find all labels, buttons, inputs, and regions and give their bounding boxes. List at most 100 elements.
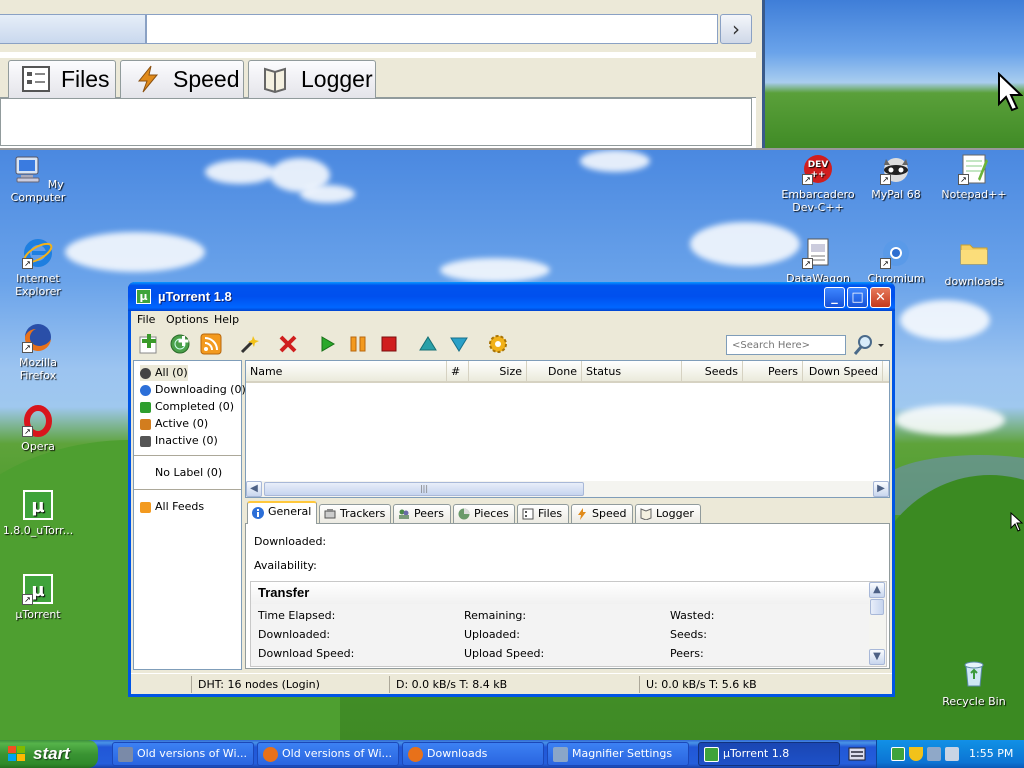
- remove-icon[interactable]: [277, 333, 299, 355]
- desktop-icon-label: downloads: [944, 275, 1004, 288]
- volume-icon[interactable]: [945, 747, 959, 761]
- detail-tabs: General Trackers Peers Pieces Files Spee…: [245, 501, 890, 524]
- title-bar[interactable]: µ µTorrent 1.8 _ □ ✕: [128, 282, 895, 311]
- start-icon[interactable]: [316, 333, 338, 355]
- search-input[interactable]: [726, 335, 846, 355]
- desktop-icon-opera[interactable]: ↗ Opera: [0, 405, 76, 453]
- column-name[interactable]: Name: [246, 361, 447, 383]
- column-seeds[interactable]: Seeds: [682, 361, 743, 383]
- category-inactive[interactable]: Inactive (0): [140, 433, 218, 449]
- desktop-icon-my-computer[interactable]: My Computer: [0, 153, 76, 204]
- show-desktop-icon[interactable]: [848, 745, 866, 763]
- menu-help[interactable]: Help: [214, 313, 239, 326]
- tab-files[interactable]: Files: [517, 504, 569, 523]
- scroll-left-button[interactable]: ◀: [246, 481, 262, 497]
- task-old-versions-1[interactable]: Old versions of Wi...: [112, 742, 254, 766]
- desktop-icon-utorrent-installer[interactable]: µ 1.8.0_uTorr...: [0, 489, 76, 537]
- desktop-icon-mypal[interactable]: ↗ MyPal 68: [858, 153, 934, 201]
- desktop-icon-utorrent[interactable]: µ ↗ µTorrent: [0, 573, 76, 621]
- scroll-thumb[interactable]: |||: [264, 482, 584, 496]
- svg-text:µ: µ: [31, 496, 44, 517]
- desktop-icon-notepadpp[interactable]: ↗ Notepad++: [936, 153, 1012, 201]
- torrent-list[interactable]: Name # Size Done Status Seeds Peers Down…: [245, 360, 890, 498]
- category-completed[interactable]: Completed (0): [140, 399, 234, 415]
- magnifier-tab-label: Logger: [301, 66, 373, 92]
- horizontal-scrollbar[interactable]: ◀ ||| ▶: [246, 481, 889, 497]
- scroll-right-button[interactable]: ▶: [873, 481, 889, 497]
- task-old-versions-2[interactable]: Old versions of Wi...: [257, 742, 399, 766]
- computer-icon: [15, 156, 40, 183]
- tab-speed[interactable]: Speed: [571, 504, 633, 523]
- desktop-icon-downloads[interactable]: downloads: [936, 237, 1012, 288]
- taskbar: start Old versions of Wi... Old versions…: [0, 740, 1024, 768]
- files-icon: [22, 66, 50, 92]
- column-done[interactable]: Done: [527, 361, 582, 383]
- desktop-icon-chromium[interactable]: ↗ Chromium: [858, 237, 934, 285]
- tab-trackers[interactable]: Trackers: [319, 504, 391, 523]
- minimize-button[interactable]: _: [824, 287, 845, 308]
- task-magnifier-settings[interactable]: Magnifier Settings: [547, 742, 689, 766]
- peers-icon: [399, 509, 409, 519]
- maximize-button[interactable]: □: [847, 287, 868, 308]
- preferences-icon[interactable]: [487, 333, 509, 355]
- network-icon[interactable]: [927, 747, 941, 761]
- start-button[interactable]: start: [0, 740, 98, 768]
- task-utorrent[interactable]: µTorrent 1.8: [698, 742, 840, 766]
- shortcut-arrow-icon: ↗: [22, 258, 33, 269]
- add-torrent-url-icon[interactable]: [169, 333, 191, 355]
- desktop: › Files Speed Logger My Computer ↗ Inter…: [0, 0, 1024, 740]
- tab-pieces[interactable]: Pieces: [453, 504, 515, 523]
- rss-icon[interactable]: [200, 333, 222, 355]
- utorrent-icon: µ: [136, 289, 151, 304]
- desktop-icon-firefox[interactable]: ↗ Mozilla Firefox: [0, 321, 76, 382]
- column-number[interactable]: #: [447, 361, 469, 383]
- column-peers[interactable]: Peers: [743, 361, 803, 383]
- status-download: D: 0.0 kB/s T: 8.4 kB: [389, 676, 639, 693]
- stop-icon[interactable]: [378, 333, 400, 355]
- column-size[interactable]: Size: [469, 361, 527, 383]
- search-icon[interactable]: [851, 333, 885, 357]
- desktop-icon-label: µTorrent: [15, 608, 61, 621]
- utorrent-tray-icon[interactable]: [891, 747, 905, 761]
- desktop-icon-datawagon[interactable]: ↗ DataWagon: [780, 237, 856, 285]
- desktop-icon-recycle-bin[interactable]: Recycle Bin: [936, 657, 1012, 708]
- shortcut-arrow-icon: ↗: [958, 174, 969, 185]
- move-up-icon[interactable]: [417, 333, 439, 355]
- files-icon: [522, 508, 534, 520]
- scroll-up-button[interactable]: ▲: [869, 582, 885, 598]
- scroll-thumb[interactable]: [870, 599, 884, 615]
- desktop-icon-devcpp[interactable]: DEV ++ ↗ Embarcadero Dev-C++: [780, 153, 856, 214]
- tab-peers[interactable]: Peers: [393, 504, 451, 523]
- magnifier-tab-speed: Speed: [120, 60, 244, 98]
- menu-file[interactable]: File: [137, 313, 155, 326]
- feeds-all[interactable]: All Feeds: [140, 499, 204, 515]
- desktop-icon-internet-explorer[interactable]: ↗ Internet Explorer: [0, 237, 76, 298]
- magnifier-tab-label: Files: [61, 66, 110, 92]
- move-down-icon[interactable]: [448, 333, 470, 355]
- category-active[interactable]: Active (0): [140, 416, 208, 432]
- all-icon: [140, 368, 151, 379]
- task-downloads[interactable]: Downloads: [402, 742, 544, 766]
- magnifier-zoomed-panel: [0, 98, 752, 146]
- wasted-label: Wasted:: [670, 609, 715, 622]
- create-torrent-icon[interactable]: [239, 333, 261, 355]
- menu-options[interactable]: Options: [166, 313, 208, 326]
- add-torrent-icon[interactable]: [138, 333, 160, 355]
- column-down-speed[interactable]: Down Speed: [803, 361, 883, 383]
- security-shield-icon[interactable]: [909, 747, 923, 761]
- close-icon: ✕: [875, 290, 886, 305]
- vertical-scrollbar[interactable]: ▲ ▼: [869, 582, 886, 666]
- tab-general[interactable]: General: [247, 501, 317, 524]
- category-all[interactable]: All (0): [140, 365, 188, 381]
- windows-logo-icon: [8, 746, 25, 761]
- tab-logger[interactable]: Logger: [635, 504, 701, 523]
- scroll-down-button[interactable]: ▼: [869, 649, 885, 665]
- desktop-icon-label: Internet Explorer: [15, 272, 61, 298]
- category-downloading[interactable]: Downloading (0): [140, 382, 246, 398]
- pause-icon[interactable]: [347, 333, 369, 355]
- column-status[interactable]: Status: [582, 361, 682, 383]
- close-button[interactable]: ✕: [870, 287, 891, 308]
- category-label: Inactive (0): [155, 434, 218, 447]
- label-no-label[interactable]: No Label (0): [140, 465, 222, 481]
- cloud: [440, 258, 550, 282]
